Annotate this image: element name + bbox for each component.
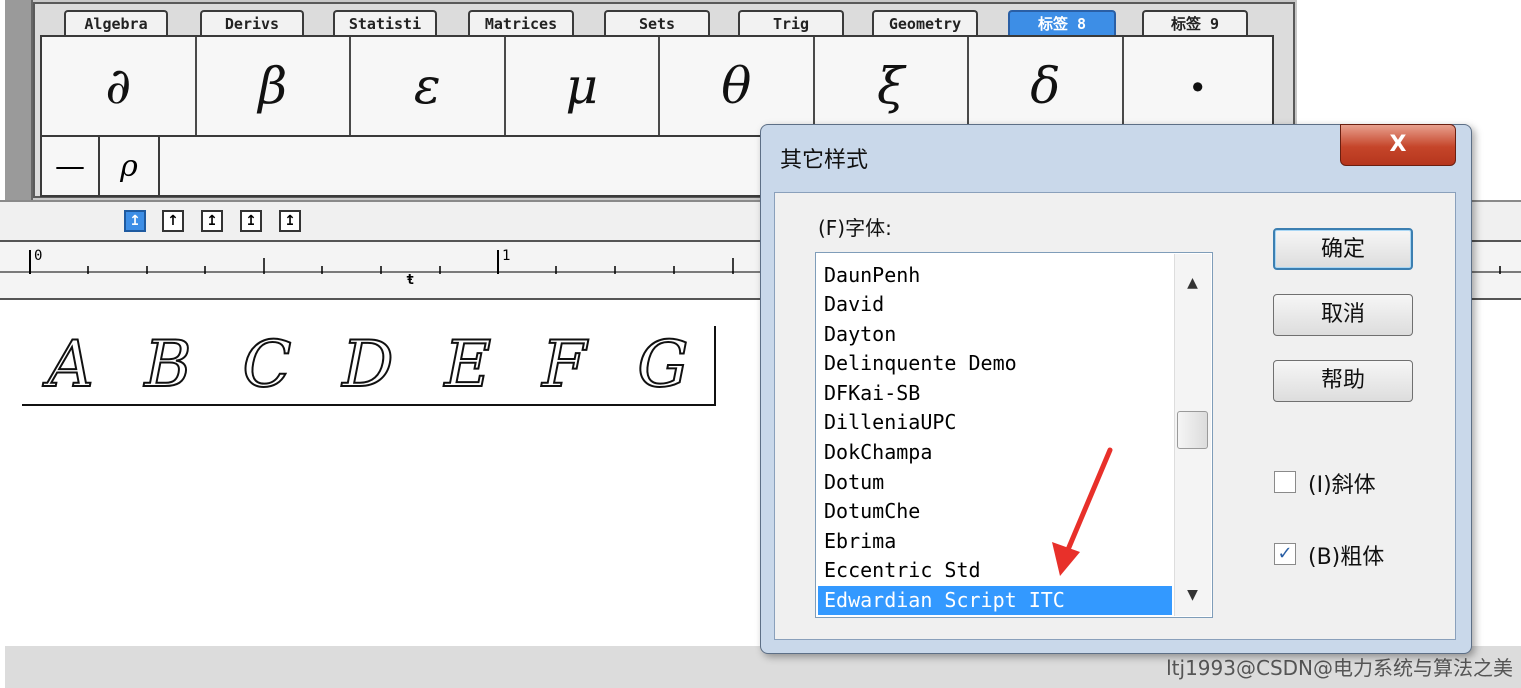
- tab-matrices[interactable]: Matrices: [468, 10, 574, 36]
- font-list-item[interactable]: DotumChe: [824, 497, 920, 526]
- formula-letter-f: F: [541, 327, 587, 403]
- bold-checkbox[interactable]: ✓: [1274, 543, 1296, 565]
- dialog-title: 其它样式: [780, 148, 869, 173]
- symbol-beta[interactable]: β: [197, 37, 351, 135]
- cancel-button[interactable]: 取消: [1273, 294, 1413, 336]
- symbol-mu[interactable]: μ: [506, 37, 660, 135]
- formula-letter-a: A: [46, 327, 94, 403]
- symbol-xi[interactable]: ξ: [815, 37, 969, 135]
- font-list-item[interactable]: Eccentric Std: [824, 556, 981, 585]
- font-list-item[interactable]: Dotum: [824, 468, 884, 497]
- tab-trig[interactable]: Trig: [738, 10, 844, 36]
- tab-8[interactable]: 标签 8: [1008, 10, 1116, 36]
- font-list-item[interactable]: DaunPenh: [824, 261, 920, 290]
- italic-checkbox[interactable]: [1274, 471, 1296, 493]
- tab-geometry[interactable]: Geometry: [872, 10, 978, 36]
- symbol-theta[interactable]: θ: [660, 37, 815, 135]
- align-bottom-button[interactable]: ↥: [279, 210, 301, 232]
- red-arrow-annotation-icon: [1052, 447, 1113, 576]
- tab-algebra[interactable]: Algebra: [64, 10, 168, 36]
- formula-letter-e: E: [443, 327, 492, 403]
- scroll-up-arrow-icon[interactable]: ▲: [1176, 268, 1209, 298]
- font-list-item[interactable]: DFKai-SB: [824, 379, 920, 408]
- font-list-item[interactable]: Delinquente Demo: [824, 349, 1017, 378]
- symbol-dot[interactable]: ·: [1124, 37, 1273, 135]
- formula-letter-d: D: [341, 327, 394, 403]
- ruler-mark-0: 0: [34, 248, 43, 264]
- palette-left-border: [5, 0, 33, 200]
- close-button[interactable]: X: [1340, 124, 1456, 166]
- symbol-partial[interactable]: ∂: [42, 37, 197, 135]
- scroll-down-arrow-icon[interactable]: ▼: [1176, 580, 1209, 610]
- ok-button[interactable]: 确定: [1273, 228, 1413, 270]
- tab-statistics[interactable]: Statisti: [333, 10, 437, 36]
- font-list-item[interactable]: David: [824, 290, 884, 319]
- align-center-button[interactable]: ↥: [201, 210, 223, 232]
- align-top-button[interactable]: ↥: [124, 210, 146, 232]
- formula-letter-c: C: [241, 327, 292, 403]
- ruler-mark-1: 1: [502, 248, 511, 264]
- font-list-item[interactable]: DilleniaUPC: [824, 408, 956, 437]
- symbol-row: ∂ β ε μ θ ξ δ ·: [40, 35, 1274, 137]
- symbol-minus[interactable]: —: [42, 137, 100, 195]
- symbol-epsilon[interactable]: ε: [351, 37, 506, 135]
- symbol-delta[interactable]: δ: [969, 37, 1124, 135]
- font-list-item[interactable]: Ebrima: [824, 527, 896, 556]
- font-list-item[interactable]: Dayton: [824, 320, 896, 349]
- tab-9[interactable]: 标签 9: [1142, 10, 1248, 36]
- watermark-text: ltj1993@CSDN@电力系统与算法之美: [1166, 656, 1513, 680]
- font-label: (F)字体:: [818, 216, 892, 240]
- font-listbox[interactable]: DaunPenh David Dayton Delinquente Demo D…: [815, 252, 1213, 618]
- help-button[interactable]: 帮助: [1273, 360, 1413, 402]
- align-baseline-button[interactable]: ↥: [240, 210, 262, 232]
- tab-sets[interactable]: Sets: [604, 10, 710, 36]
- align-up-button[interactable]: ↑: [162, 210, 184, 232]
- formula-letter-b: B: [144, 327, 193, 403]
- scrollbar-thumb[interactable]: [1177, 411, 1208, 449]
- font-list-item-selected[interactable]: Edwardian Script ITC: [818, 586, 1172, 615]
- symbol-rho[interactable]: ρ: [100, 137, 160, 195]
- tab-derivs[interactable]: Derivs: [200, 10, 304, 36]
- italic-label: (I)斜体: [1308, 473, 1376, 498]
- formula-letter-g: G: [636, 327, 689, 403]
- bold-label: (B)粗体: [1308, 545, 1385, 570]
- font-list-item[interactable]: DokChampa: [824, 438, 932, 467]
- formula-preview[interactable]: A B C D E F G: [22, 326, 716, 406]
- tab-stop-marker[interactable]: ŧ: [406, 272, 414, 288]
